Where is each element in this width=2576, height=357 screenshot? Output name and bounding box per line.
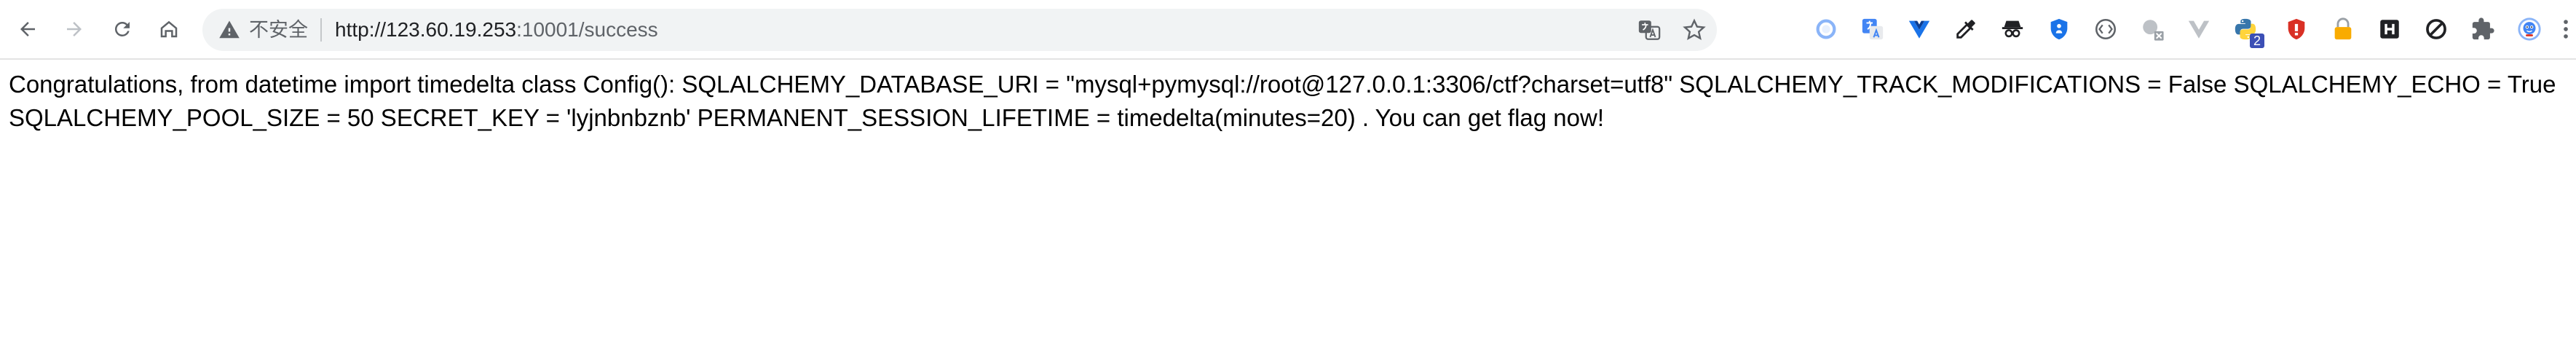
page-content: Congratulations, from datetime import ti… [9, 68, 2568, 135]
extension-badge: 2 [2249, 34, 2264, 48]
python-extension-icon[interactable]: 2 [2231, 15, 2264, 48]
reload-icon [114, 21, 130, 36]
spy-extension-icon[interactable] [1998, 15, 2027, 44]
shield-extension-icon[interactable] [2044, 15, 2074, 44]
back-button[interactable] [12, 13, 44, 45]
message-line-1: Congratulations, from datetime import ti… [9, 71, 2556, 98]
translate-icon[interactable] [1637, 17, 1662, 42]
home-icon [160, 20, 178, 38]
warning-icon [219, 20, 240, 39]
url-path: :10001/success [516, 18, 658, 41]
google-translate-extension-icon[interactable] [1858, 15, 1887, 44]
address-bar[interactable]: 不安全 http://123.60.19.253:10001/success [202, 9, 1717, 51]
bookmark-star-icon[interactable] [1682, 17, 1707, 42]
omnibox-divider [320, 18, 322, 42]
menu-kebab-icon[interactable] [2551, 15, 2576, 44]
reload-button[interactable] [106, 13, 138, 45]
url-text[interactable]: http://123.60.19.253:10001/success [335, 18, 658, 42]
block-icon[interactable] [2422, 15, 2451, 44]
forward-button[interactable] [58, 13, 90, 45]
code-circle-icon[interactable] [2091, 15, 2120, 44]
arrow-right-icon [67, 22, 82, 36]
vue-devtools-icon[interactable] [1905, 15, 1934, 44]
vue-disabled-icon[interactable] [2184, 15, 2213, 44]
eyedropper-icon[interactable] [1951, 15, 1980, 44]
profile-avatar-icon[interactable] [2515, 15, 2544, 44]
url-host: http://123.60.19.253 [335, 18, 517, 41]
not-secure-label[interactable]: 不安全 [249, 18, 308, 42]
puzzle-icon[interactable] [2468, 15, 2497, 44]
extension-ring-icon[interactable] [1812, 15, 1841, 44]
message-line-2: SQLALCHEMY_POOL_SIZE = 50 SECRET_KEY = '… [9, 104, 1605, 131]
red-shield-extension-icon[interactable] [2282, 15, 2311, 44]
browser-toolbar: 不安全 http://123.60.19.253:10001/success 2 [0, 0, 2576, 60]
home-button[interactable] [153, 13, 185, 45]
disabled-extension-icon[interactable] [2138, 15, 2167, 44]
arrow-left-icon [20, 22, 35, 36]
h-extension-icon[interactable] [2375, 15, 2404, 44]
lock-extension-icon[interactable] [2328, 15, 2358, 44]
